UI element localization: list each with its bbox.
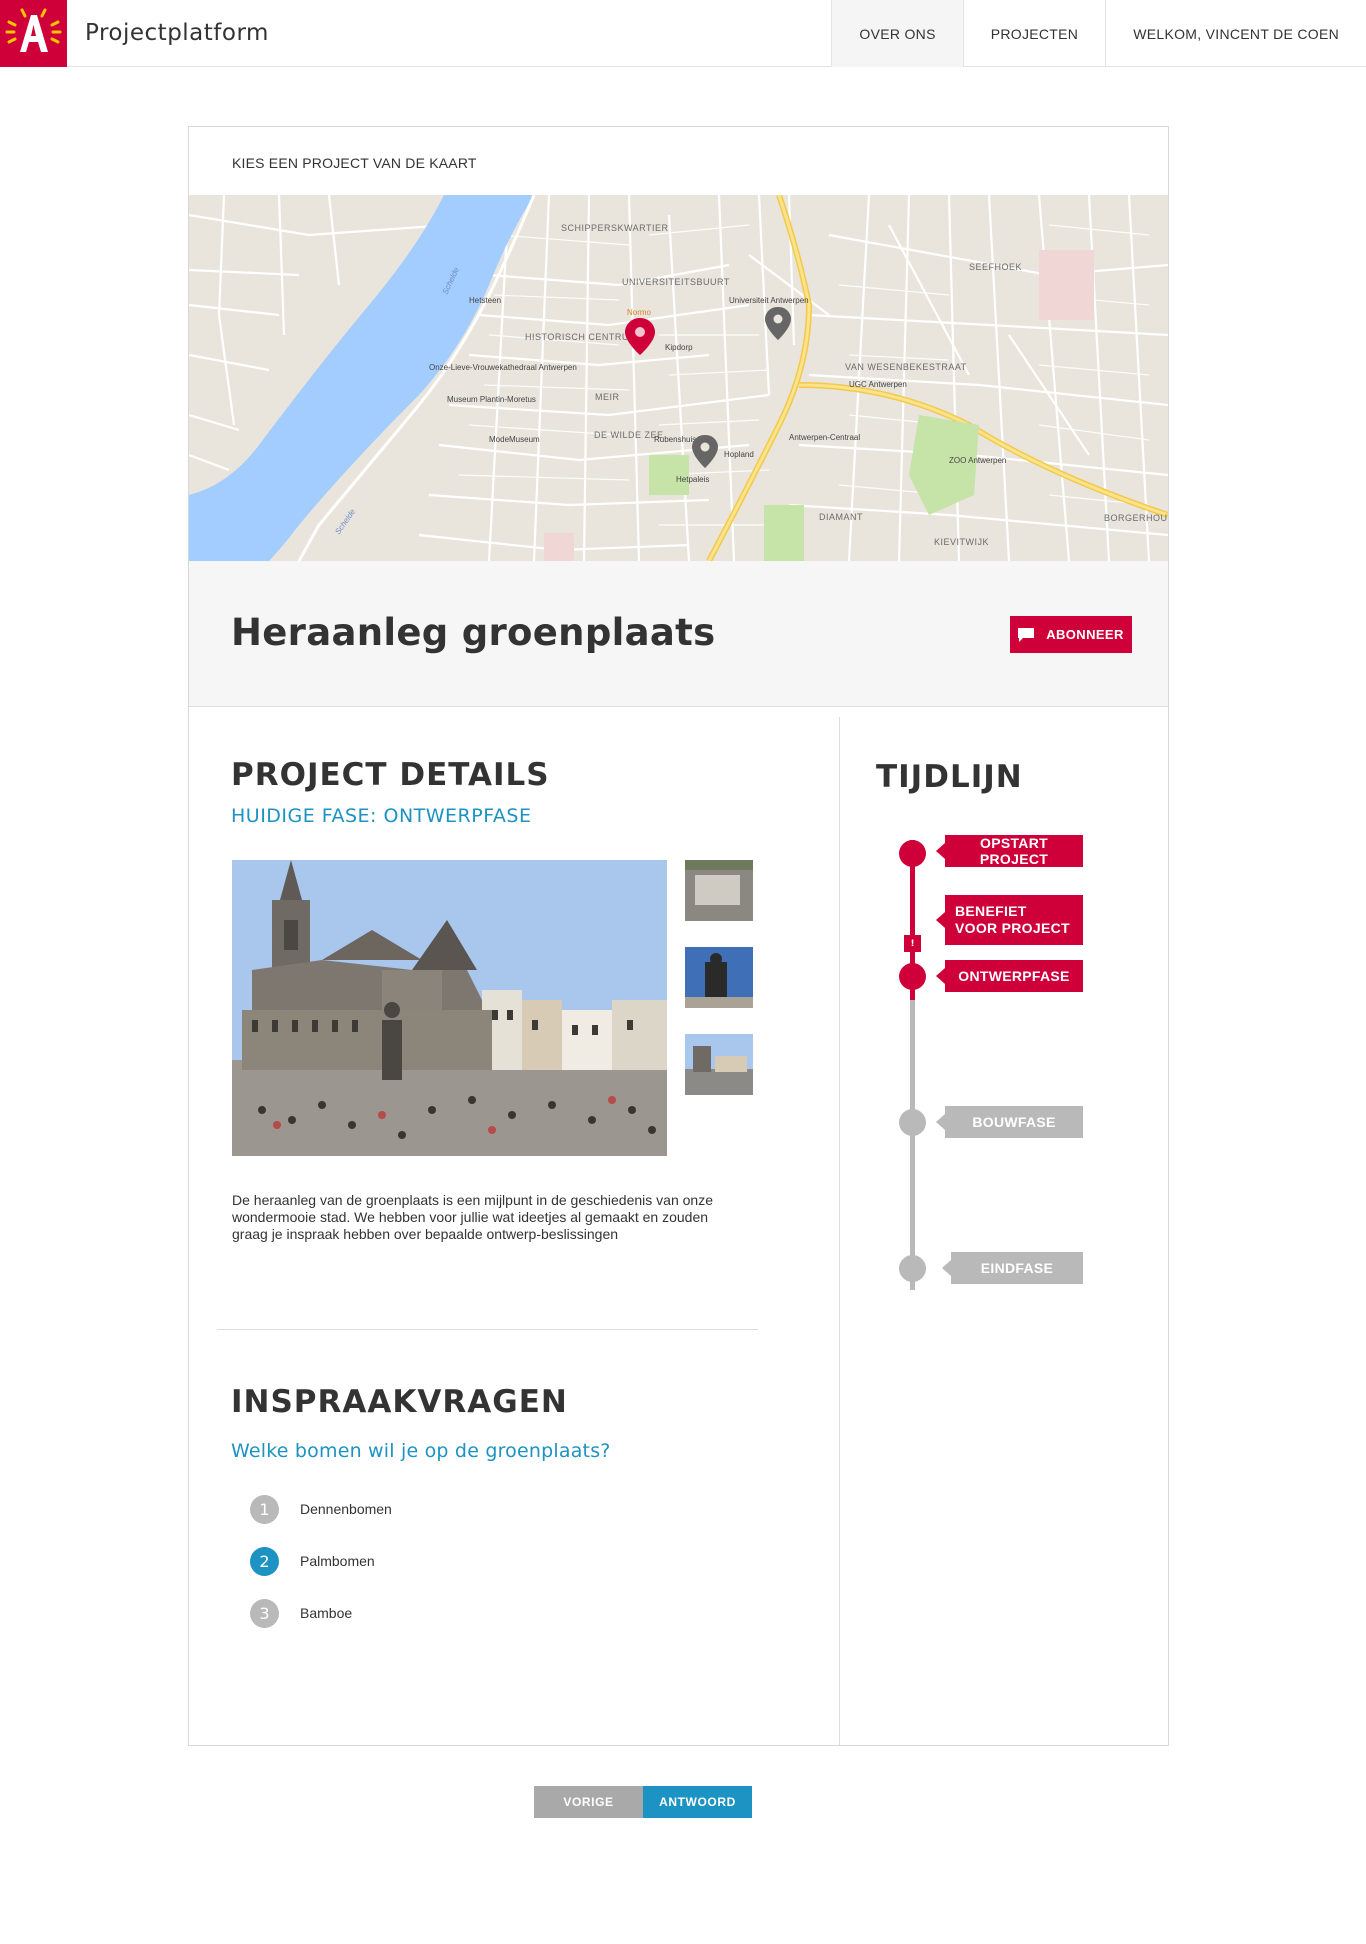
map-label-kathedraal: Onze-Lieve-Vrouwekathedraal Antwerpen (429, 363, 577, 372)
project-card: KIES EEN PROJECT VAN DE KAART SCHIPPERSK… (188, 126, 1169, 1818)
nav-user-welcome[interactable]: WELKOM, VINCENT DE COEN (1105, 0, 1366, 67)
antwerpen-logo[interactable] (0, 0, 67, 67)
column-divider (839, 717, 840, 1745)
map-label-seefhoek: SEEFHOEK (969, 262, 1022, 272)
map-label-universiteitsbuurt: UNIVERSITEITSBUURT (622, 277, 730, 287)
thumbnail-2[interactable] (685, 947, 753, 1008)
answer-option-1[interactable]: 1 Dennenbomen (250, 1494, 392, 1524)
map-label-universiteit: Universiteit Antwerpen (729, 296, 809, 305)
map-label-schipperskwartier: SCHIPPERSKWARTIER (561, 223, 669, 233)
subscribe-label: ABONNEER (1046, 627, 1124, 642)
project-details-title: PROJECT DETAILS (231, 757, 550, 793)
inspraak-question: Welke bomen wil je op de groenplaats? (231, 1440, 611, 1462)
option-number: 3 (250, 1598, 279, 1628)
chat-bubble-icon (1018, 627, 1035, 642)
main-photo[interactable] (232, 860, 667, 1156)
map-label-hetpaleis: Hetpaleis (676, 475, 709, 484)
map-label-hetsteen: Hetsteen (469, 296, 501, 305)
map-label-plantin: Museum Plantin-Moretus (447, 395, 536, 404)
map-label-kipdorp: Kipdorp (665, 343, 693, 352)
subscribe-button[interactable]: ABONNEER (1010, 616, 1132, 653)
option-label: Bamboe (300, 1605, 353, 1621)
thumbnail-1[interactable] (685, 860, 753, 921)
option-number-selected: 2 (250, 1546, 279, 1576)
map-label-normo: Normo (627, 308, 652, 317)
thumbnail-3[interactable] (685, 1034, 753, 1095)
option-number: 1 (250, 1494, 279, 1524)
timeline-step-benefiet[interactable]: BENEFIET VOOR PROJECT (936, 895, 1083, 945)
project-title: Heraanleg groenplaats (231, 611, 716, 654)
answer-option-2[interactable]: 2 Palmbomen (250, 1546, 375, 1576)
project-description: De heraanleg van de groenplaats is een m… (232, 1192, 713, 1242)
map-label-historisch-centrum: HISTORISCH CENTRUM (525, 332, 637, 342)
map-heading: KIES EEN PROJECT VAN DE KAART (232, 155, 477, 171)
option-label: Dennenbomen (300, 1501, 392, 1517)
timeline-title: TIJDLIJN (876, 759, 1023, 795)
project-hero: Heraanleg groenplaats ABONNEER (189, 561, 1168, 707)
benefit-marker-icon: ! (904, 935, 921, 952)
map-label-centraal: Antwerpen-Centraal (789, 433, 860, 442)
timeline-remaining-line (910, 1000, 915, 1290)
inspraakvragen-title: INSPRAAKVRAGEN (231, 1384, 568, 1420)
map-label-meir: MEIR (595, 392, 620, 402)
map-label-modemuseum: ModeMuseum (489, 435, 540, 444)
section-divider (217, 1329, 758, 1330)
option-label: Palmbomen (300, 1553, 375, 1569)
map-label-ugc: UGC Antwerpen (849, 380, 907, 389)
timeline-step-ontwerpfase[interactable]: ONTWERPFASE (936, 960, 1083, 992)
timeline-dot-eindfase (899, 1255, 926, 1282)
top-bar: Projectplatform OVER ONS PROJECTEN WELKO… (0, 0, 1366, 67)
map-label-wesenbekestraat: VAN WESENBEKESTRAAT (845, 362, 967, 372)
current-phase: HUIDIGE FASE: ONTWERPFASE (231, 805, 532, 827)
map-label-kievitwijk: KIEVITWIJK (934, 537, 989, 547)
main-nav: OVER ONS PROJECTEN WELKOM, VINCENT DE CO… (831, 0, 1366, 67)
map-label-rubenshuis: Rubenshuis (654, 435, 696, 444)
answer-option-3[interactable]: 3 Bamboe (250, 1598, 352, 1628)
timeline-dot-ontwerpfase (899, 963, 926, 990)
map-label-hopland: Hopland (724, 450, 754, 459)
timeline-step-bouwfase[interactable]: BOUWFASE (936, 1106, 1083, 1138)
timeline-dot-bouwfase (899, 1109, 926, 1136)
map-header: KIES EEN PROJECT VAN DE KAART (189, 127, 1168, 195)
previous-button[interactable]: VORIGE (534, 1786, 643, 1818)
map-label-zoo: ZOO Antwerpen (949, 456, 1006, 465)
map-label-borgerhout: BORGERHOUT (1104, 513, 1168, 523)
nav-over-ons[interactable]: OVER ONS (831, 0, 963, 67)
nav-projecten[interactable]: PROJECTEN (962, 0, 1106, 67)
timeline-dot-opstart (899, 840, 926, 867)
brand-name: Projectplatform (85, 20, 269, 46)
map-label-diamant: DIAMANT (819, 512, 863, 522)
timeline-step-opstart[interactable]: OPSTART PROJECT (936, 835, 1083, 867)
timeline-step-eindfase[interactable]: EINDFASE (942, 1252, 1083, 1284)
project-map[interactable]: SCHIPPERSKWARTIER UNIVERSITEITSBUURT HIS… (189, 195, 1168, 561)
answer-button[interactable]: ANTWOORD (643, 1786, 752, 1818)
